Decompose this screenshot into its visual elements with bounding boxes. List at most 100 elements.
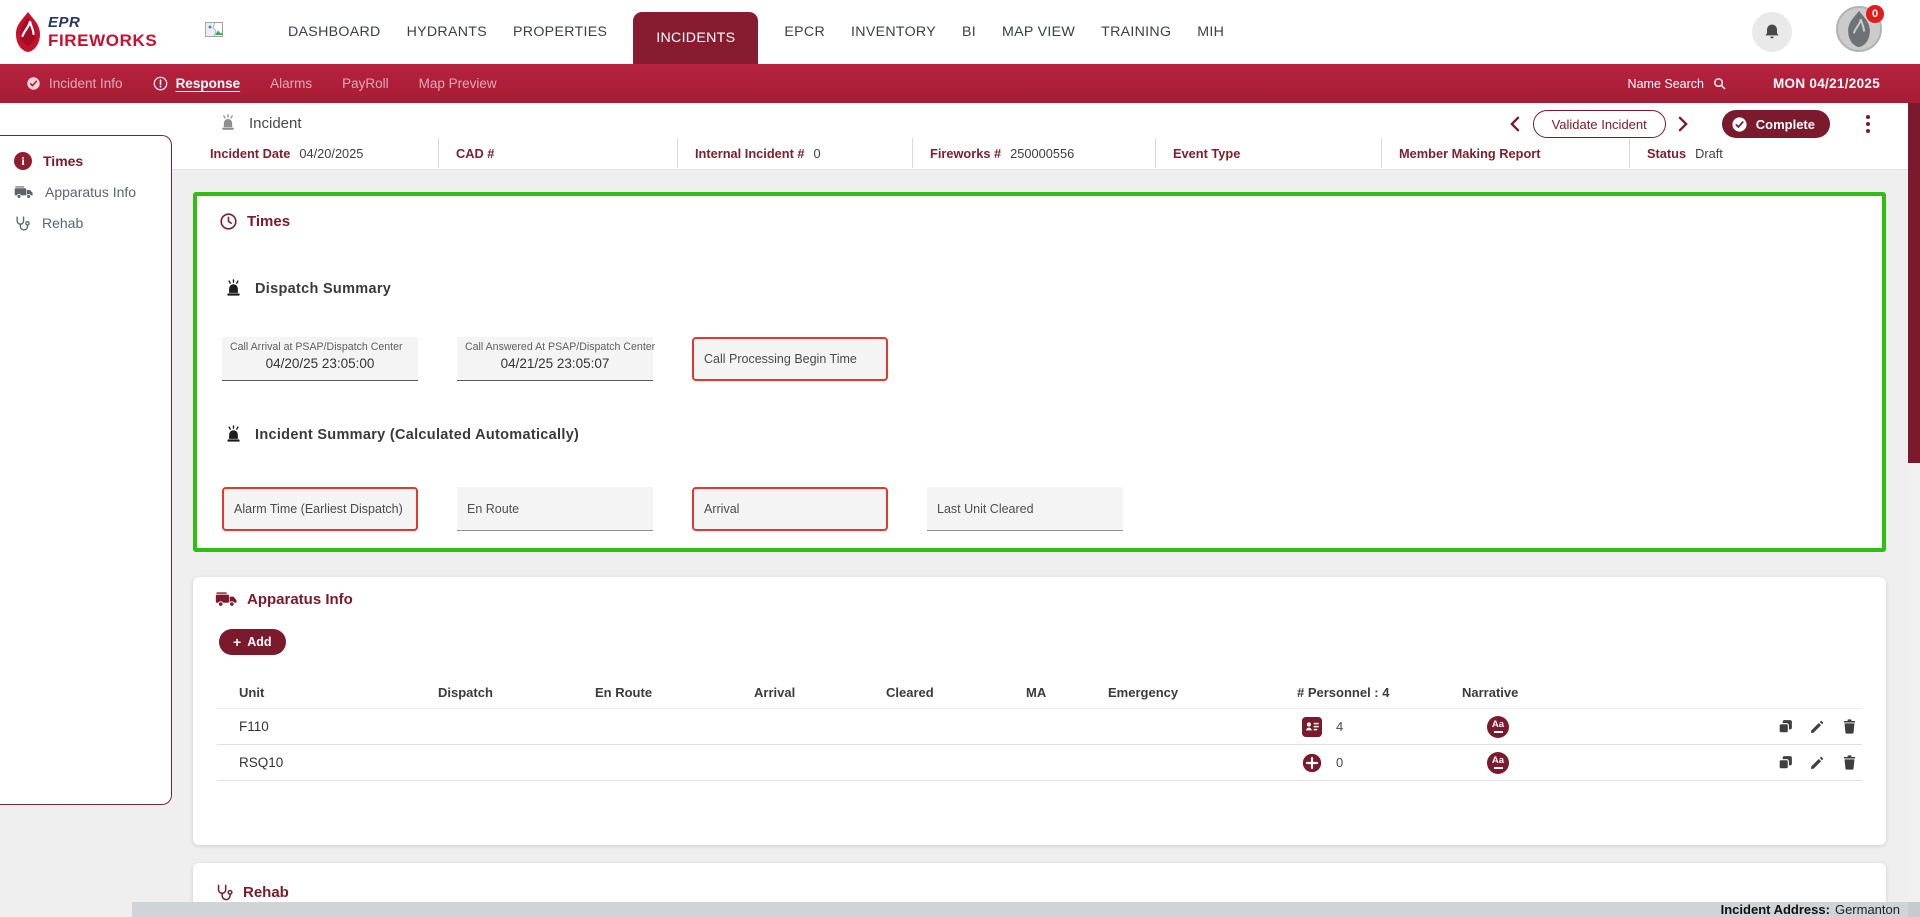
brand-logo[interactable]: EPR FIREWORKS xyxy=(12,11,157,53)
page-scrollbar[interactable] xyxy=(1908,103,1920,917)
plus-icon: + xyxy=(233,634,241,650)
times-section-title: Times xyxy=(219,212,290,231)
sidebar-item-times[interactable]: i Times xyxy=(0,146,171,176)
incident-title-row: Incident xyxy=(218,113,302,133)
nav-hydrants[interactable]: HYDRANTS xyxy=(407,24,487,40)
table-row-f110: F110 4 xyxy=(217,709,1862,745)
incident-address-value: Germanton xyxy=(1835,902,1900,917)
subnav-payroll[interactable]: PayRoll xyxy=(342,76,389,91)
info-icon: i xyxy=(14,152,32,170)
field-call-arrival-psap[interactable]: Call Arrival at PSAP/Dispatch Center 04/… xyxy=(222,337,418,381)
personnel-badge-icon[interactable] xyxy=(1302,717,1322,737)
edit-icon[interactable] xyxy=(1809,754,1826,771)
name-search[interactable]: Name Search xyxy=(1628,76,1727,91)
dispatch-summary-title: Dispatch Summary xyxy=(223,278,391,299)
stethoscope-icon xyxy=(14,215,31,232)
more-options-icon[interactable] xyxy=(1862,111,1874,137)
page-title: Incident xyxy=(249,115,302,132)
scrollbar-thumb[interactable] xyxy=(1908,103,1920,463)
main-nav: DASHBOARD HYDRANTS PROPERTIES INCIDENTS … xyxy=(288,0,1224,64)
sidebar-item-apparatus-info[interactable]: Apparatus Info xyxy=(0,177,171,207)
add-apparatus-button[interactable]: + Add xyxy=(219,629,286,655)
nav-mih[interactable]: MIH xyxy=(1197,24,1224,40)
subnav-response[interactable]: Response xyxy=(153,76,241,91)
nav-properties[interactable]: PROPERTIES xyxy=(513,24,607,40)
chevron-right-icon[interactable] xyxy=(1674,113,1694,135)
field-event-type: Event Type xyxy=(1155,138,1381,168)
nav-dashboard[interactable]: DASHBOARD xyxy=(288,24,381,40)
brand-line1: EPR xyxy=(48,15,157,30)
field-fireworks-number: Fireworks # 250000556 xyxy=(912,138,1155,168)
personnel-count: 4 xyxy=(1336,719,1343,734)
field-incident-date: Incident Date 04/20/2025 xyxy=(193,138,438,168)
check-circle-icon xyxy=(1731,116,1748,133)
field-alarm-time[interactable]: Alarm Time (Earliest Dispatch) xyxy=(222,487,418,531)
apparatus-info-section: Apparatus Info + Add Unit Dispatch En Ro… xyxy=(193,577,1886,845)
incident-header: Incident Validate Incident Complete xyxy=(0,103,1920,170)
top-bar: EPR FIREWORKS DASHBOARD HYDRANTS PROPERT… xyxy=(0,0,1920,64)
incident-address-bar: Incident Address: Germanton xyxy=(132,902,1908,917)
nav-inventory[interactable]: INVENTORY xyxy=(851,24,936,40)
broken-image-icon xyxy=(205,22,223,37)
nav-bi[interactable]: BI xyxy=(962,24,976,40)
siren-icon xyxy=(223,424,244,445)
add-personnel-icon[interactable] xyxy=(1302,753,1322,773)
section-sidebar: i Times Apparatus Info xyxy=(0,135,172,805)
search-icon[interactable] xyxy=(1712,76,1727,91)
nav-training[interactable]: TRAINING xyxy=(1101,24,1171,40)
user-avatar[interactable]: 0 xyxy=(1836,6,1882,52)
apparatus-section-title: Apparatus Info xyxy=(215,591,353,608)
subnav-map-preview[interactable]: Map Preview xyxy=(419,76,497,91)
field-last-unit-cleared[interactable]: Last Unit Cleared xyxy=(927,487,1123,531)
personnel-cell: 4 xyxy=(1297,717,1462,737)
narrative-icon[interactable]: Aa xyxy=(1487,716,1509,738)
brand-line2: FIREWORKS xyxy=(48,32,157,49)
rehab-section-title: Rehab xyxy=(215,883,1864,902)
check-circle-icon xyxy=(26,76,41,91)
copy-icon[interactable] xyxy=(1777,754,1794,771)
incident-address-label: Incident Address: xyxy=(1721,902,1830,917)
field-status: Status Draft xyxy=(1629,138,1886,168)
narrative-icon[interactable]: Aa xyxy=(1487,752,1509,774)
incident-summary-title: Incident Summary (Calculated Automatical… xyxy=(223,424,579,445)
apparatus-table: Unit Dispatch En Route Arrival Cleared M… xyxy=(217,677,1862,781)
sidebar-item-rehab[interactable]: Rehab xyxy=(0,208,171,238)
field-arrival[interactable]: Arrival xyxy=(692,487,888,531)
row-actions xyxy=(1662,754,1862,771)
siren-icon xyxy=(223,278,244,299)
copy-icon[interactable] xyxy=(1777,718,1794,735)
notification-count-badge: 0 xyxy=(1866,5,1884,23)
times-section: Times Dispatch Summary Call Arrival at P… xyxy=(193,192,1886,552)
unit-name: RSQ10 xyxy=(217,755,438,770)
notifications-button[interactable] xyxy=(1752,12,1792,52)
bell-icon xyxy=(1762,22,1782,42)
incident-actions: Validate Incident Complete xyxy=(1505,110,1874,138)
nav-map-view[interactable]: MAP VIEW xyxy=(1002,24,1075,40)
unit-name: F110 xyxy=(217,719,438,734)
edit-icon[interactable] xyxy=(1809,718,1826,735)
subnav-incident-info[interactable]: Incident Info xyxy=(26,76,123,91)
delete-icon[interactable] xyxy=(1841,718,1858,735)
fire-truck-icon xyxy=(215,591,238,608)
validate-incident-button[interactable]: Validate Incident xyxy=(1533,110,1666,138)
field-cad-number: CAD # xyxy=(438,138,677,168)
apparatus-table-header: Unit Dispatch En Route Arrival Cleared M… xyxy=(217,677,1862,709)
delete-icon[interactable] xyxy=(1841,754,1858,771)
brand-text: EPR FIREWORKS xyxy=(48,15,157,49)
field-call-processing-begin-time[interactable]: Call Processing Begin Time xyxy=(692,337,888,381)
narrative-cell: Aa xyxy=(1462,716,1662,738)
table-row-rsq10: RSQ10 0 Aa xyxy=(217,745,1862,781)
scrollbar-corner xyxy=(1908,902,1920,917)
nav-incidents[interactable]: INCIDENTS xyxy=(633,12,758,64)
app-screen: EPR FIREWORKS DASHBOARD HYDRANTS PROPERT… xyxy=(0,0,1920,917)
personnel-count: 0 xyxy=(1336,755,1343,770)
complete-button[interactable]: Complete xyxy=(1722,110,1830,138)
subnav-alarms[interactable]: Alarms xyxy=(270,76,312,91)
nav-epcr[interactable]: EPCR xyxy=(784,24,825,40)
field-call-answered-psap[interactable]: Call Answered At PSAP/Dispatch Center 04… xyxy=(457,337,653,381)
chevron-left-icon[interactable] xyxy=(1505,113,1525,135)
incident-fields-row: Incident Date 04/20/2025 CAD # Internal … xyxy=(193,138,1886,168)
sub-nav-items: Incident Info Response Alarms PayRoll xyxy=(26,64,497,103)
stethoscope-icon xyxy=(215,883,234,902)
field-en-route[interactable]: En Route xyxy=(457,487,653,531)
